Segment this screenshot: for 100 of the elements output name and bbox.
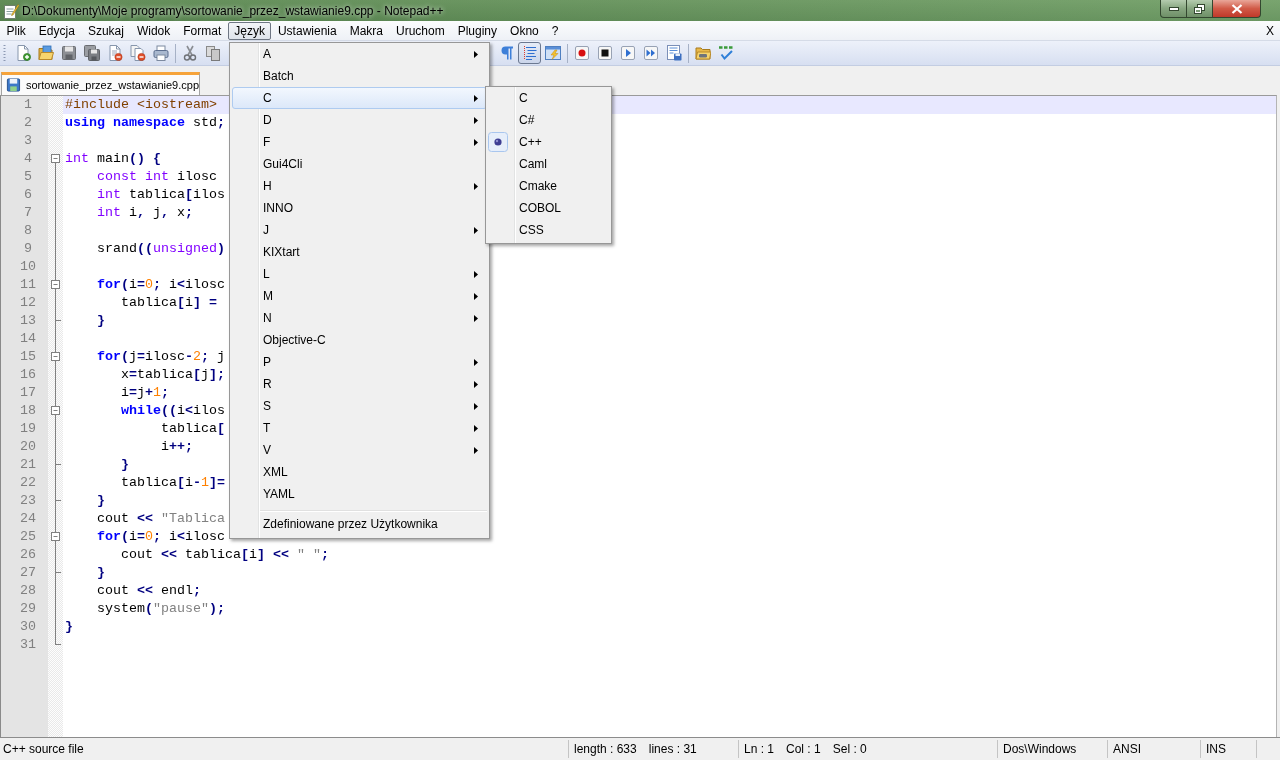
minimize-icon (1168, 6, 1179, 11)
code-line: int tablica[ilos (97, 187, 225, 202)
menu-bar-item[interactable]: Język (227, 21, 272, 40)
line-number: 28 (20, 582, 36, 600)
code-line: cout << tablica[i] << " "; (121, 547, 329, 562)
menu-item[interactable]: P (232, 351, 487, 373)
menu-item[interactable]: N (232, 307, 487, 329)
submenu-item[interactable]: Caml (488, 153, 609, 175)
restore-icon (1194, 3, 1205, 14)
menu-item[interactable]: T (232, 417, 487, 439)
menu-item[interactable]: INNO (232, 197, 487, 219)
status-text: INS (1206, 742, 1226, 756)
menu-item[interactable]: KIXtart (232, 241, 487, 263)
status-text: Sel : 0 (832, 742, 867, 756)
code-line: cout << "Tablica (97, 511, 225, 526)
menu-item[interactable]: M (232, 285, 487, 307)
code-line: } (65, 619, 73, 634)
line-number: 14 (20, 330, 36, 348)
file-tab[interactable]: sortowanie_przez_wstawianie9.cpp (1, 72, 200, 95)
minus-box-icon[interactable] (51, 406, 60, 415)
status-text: ANSI (1113, 742, 1141, 756)
line-number: 19 (20, 420, 36, 438)
menu-item[interactable]: XML (232, 461, 487, 483)
minus-box-icon[interactable] (51, 154, 60, 163)
menu-bar-item[interactable]: ? (545, 21, 565, 40)
code-line: for(j=ilosc-2; j (97, 349, 225, 364)
code-line: srand((unsigned) (97, 241, 225, 256)
code-line: const int ilosc (97, 169, 217, 184)
code-line: } (97, 493, 105, 508)
menu-item[interactable]: A (232, 43, 487, 65)
menu-item[interactable]: H (232, 175, 487, 197)
submenu-item[interactable]: CSS (488, 219, 609, 241)
menu-item[interactable]: Batch (232, 65, 487, 87)
menu-item[interactable]: Gui4Cli (232, 153, 487, 175)
line-number: 22 (20, 474, 36, 492)
code-line: tablica[i-1]= (121, 475, 225, 490)
line-number: 16 (20, 366, 36, 384)
menu-item[interactable]: Objective-C (232, 329, 487, 351)
menu-bar-item[interactable]: Ustawienia (271, 21, 344, 40)
menu-bar-item[interactable]: Plik (0, 21, 33, 40)
window-title: D:\Dokumenty\Moje programy\sortowanie_przez_wstawianie9.cpp - Notepad++ (22, 3, 444, 18)
menu-bar-item[interactable]: Pluginy (451, 21, 504, 40)
line-number: 9 (24, 240, 32, 258)
line-number: 29 (20, 600, 36, 618)
menu-bar-item[interactable]: Edycja (32, 21, 82, 40)
close-document-button[interactable]: X (1264, 23, 1276, 38)
menu-bar-item[interactable]: Format (176, 21, 228, 40)
status-text: C++ source file (3, 742, 84, 756)
line-number: 12 (20, 294, 36, 312)
menu-bar-item[interactable]: Okno (503, 21, 546, 40)
status-text: lines : 31 (648, 742, 697, 756)
menu-item[interactable]: L (232, 263, 487, 285)
code-line: int i, j, x; (97, 205, 193, 220)
grip-icon[interactable] (3, 43, 6, 63)
menu-bar-item[interactable]: Makra (343, 21, 390, 40)
line-number: 21 (20, 456, 36, 474)
line-number: 15 (20, 348, 36, 366)
minus-box-icon[interactable] (51, 280, 60, 289)
code-line: i++; (161, 439, 193, 454)
line-number: 17 (20, 384, 36, 402)
menu-item[interactable]: YAML (232, 483, 487, 505)
close-icon (1230, 3, 1243, 14)
submenu-item[interactable]: Cmake (488, 175, 609, 197)
line-number: 6 (24, 186, 32, 204)
line-number: 3 (24, 132, 32, 150)
line-number: 2 (24, 114, 32, 132)
submenu-item[interactable]: COBOL (488, 197, 609, 219)
submenu-item[interactable]: C (488, 87, 609, 109)
line-number: 23 (20, 492, 36, 510)
submenu-item[interactable]: C# (488, 109, 609, 131)
menu-item[interactable]: F (232, 131, 487, 153)
menu-bar-item[interactable]: Szukaj (81, 21, 131, 40)
line-number: 27 (20, 564, 36, 582)
line-number: 30 (20, 618, 36, 636)
restore-button[interactable] (1187, 0, 1213, 18)
close-button[interactable] (1213, 0, 1261, 18)
minimize-button[interactable] (1160, 0, 1187, 18)
code-line: int main() { (65, 151, 161, 166)
line-number: 1 (24, 96, 32, 114)
menu-item[interactable]: J (232, 219, 487, 241)
minus-box-icon[interactable] (51, 352, 60, 361)
line-number: 25 (20, 528, 36, 546)
menu-bar-item[interactable]: Uruchom (389, 21, 452, 40)
menu-item[interactable]: V (232, 439, 487, 461)
menu-item[interactable]: R (232, 373, 487, 395)
code-line: tablica[i] = (121, 295, 217, 310)
line-number: 18 (20, 402, 36, 420)
line-number: 4 (24, 150, 32, 168)
code-line: } (97, 313, 105, 328)
line-number: 13 (20, 312, 36, 330)
menu-item[interactable]: S (232, 395, 487, 417)
menu-item[interactable]: Zdefiniowane przez Użytkownika (232, 513, 487, 535)
minus-box-icon[interactable] (51, 532, 60, 541)
code-line: while((i<ilos (121, 403, 225, 418)
submenu-item[interactable]: C++ (488, 131, 609, 153)
status-text: Ln : 1 (744, 742, 775, 756)
line-number: 10 (20, 258, 36, 276)
menu-bar-item[interactable]: Widok (130, 21, 177, 40)
menu-item[interactable]: D (232, 109, 487, 131)
menu-item[interactable]: C (232, 87, 487, 109)
